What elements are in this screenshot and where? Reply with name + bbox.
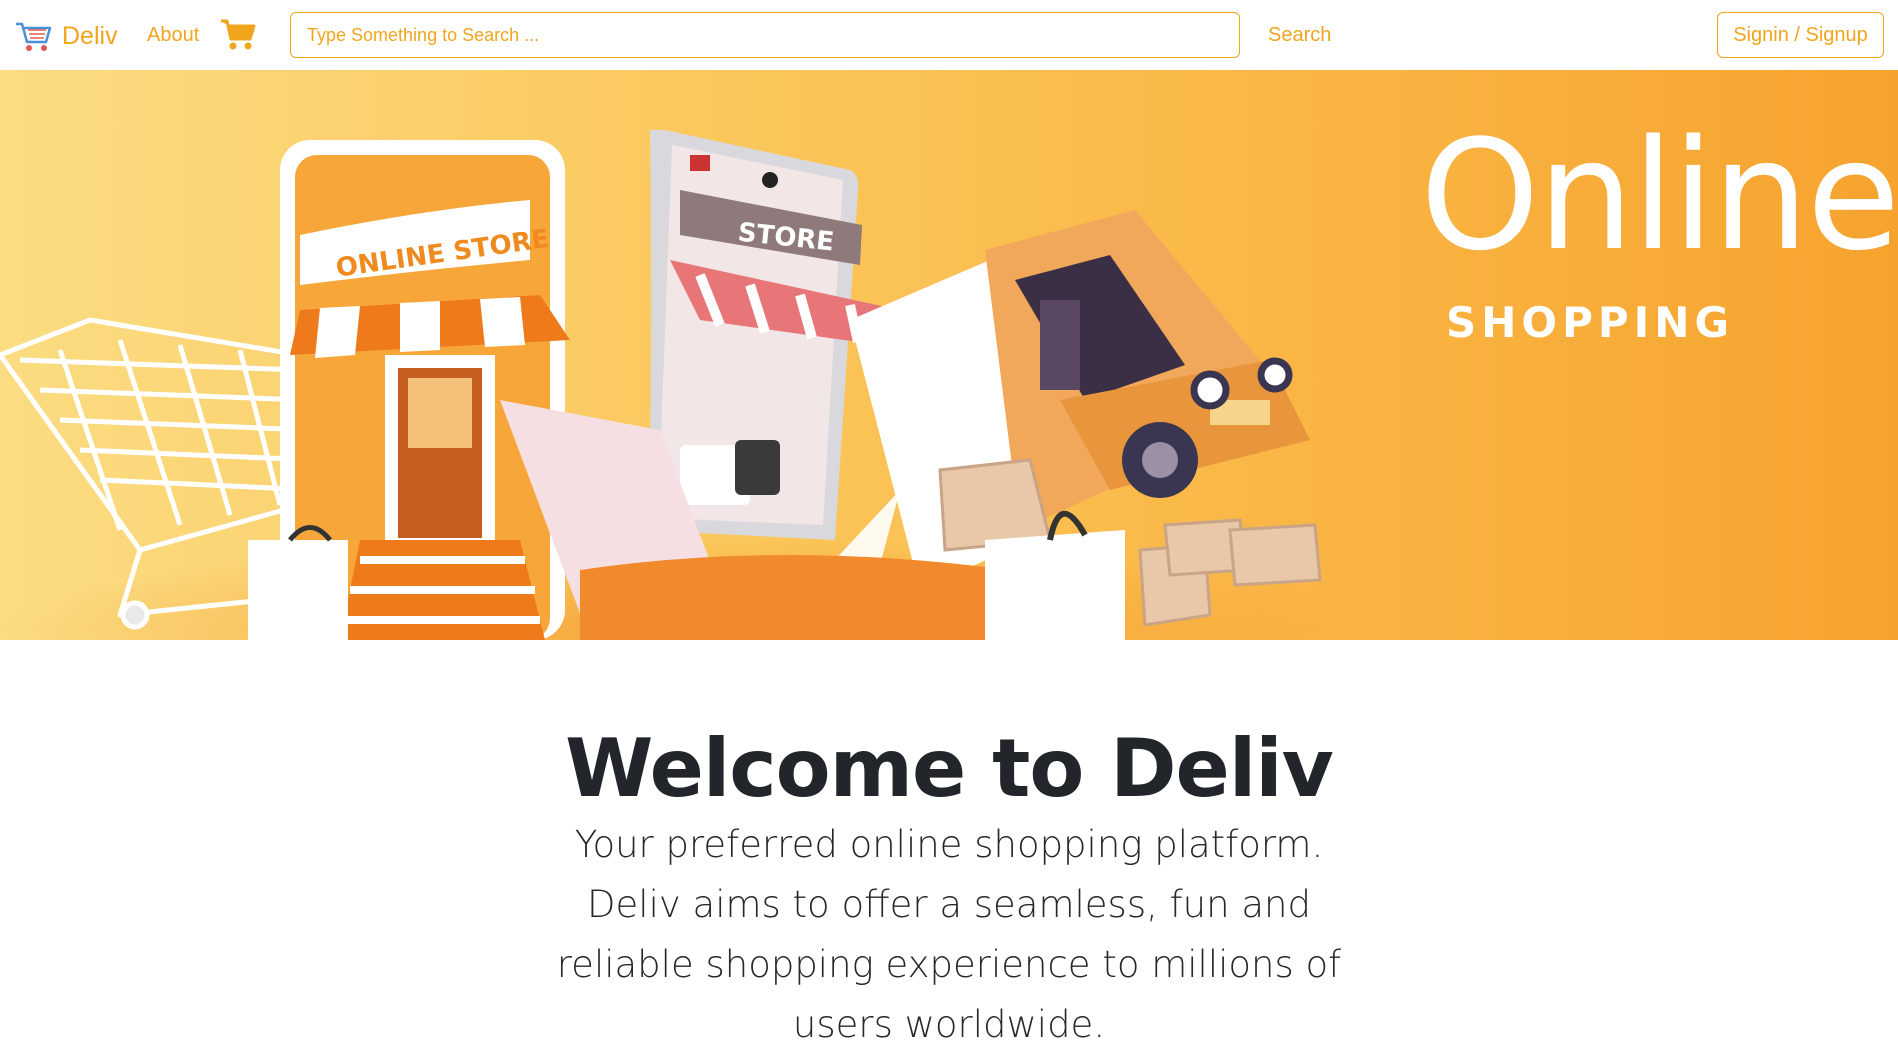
nav-about-link[interactable]: About [147, 24, 199, 47]
search-button[interactable]: Search [1268, 24, 1331, 47]
hero-title: Online. [1420, 107, 1898, 284]
navbar: Deliv About Search Signin / Signup [0, 0, 1898, 70]
page-tagline: Your preferred online shopping platform.… [556, 823, 1342, 1046]
cart-logo-icon [16, 22, 52, 51]
search-input[interactable] [290, 12, 1240, 58]
hero-banner: ONLINE STORE STORE Online. SHOPPING [0, 70, 1898, 640]
hero-subtitle: SHOPPING [1446, 298, 1734, 347]
page-title: Welcome to Deliv [565, 721, 1334, 815]
signin-signup-button[interactable]: Signin / Signup [1717, 12, 1884, 58]
brand-link[interactable]: Deliv [14, 16, 118, 56]
shopping-bag-graphic [248, 540, 348, 640]
cart-icon[interactable] [220, 18, 256, 52]
brand-name: Deliv [62, 21, 118, 50]
